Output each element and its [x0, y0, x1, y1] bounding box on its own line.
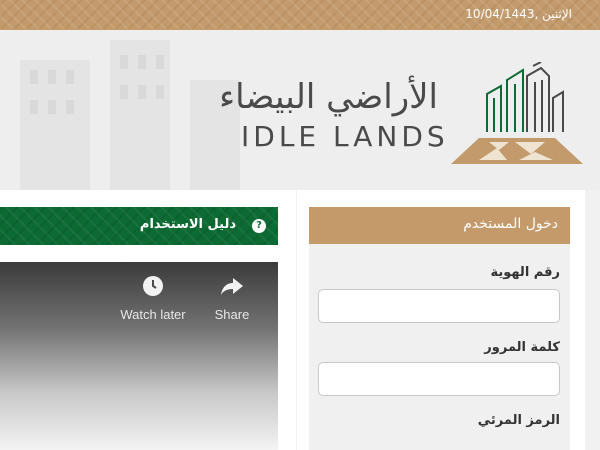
video-player[interactable]: Watch later Share [0, 262, 278, 450]
user-guide-title: دليل الاستخدام [139, 217, 236, 232]
clock-icon [143, 276, 163, 296]
question-circle-icon: ? [252, 219, 266, 233]
logo-arabic-text: الأراضي البيضاء [219, 77, 438, 117]
captcha-label: الرمز المرئي [477, 413, 560, 428]
watch-later-button[interactable]: Watch later [117, 274, 189, 322]
login-title: دخول المستخدم [463, 216, 558, 232]
user-guide-header[interactable]: ? دليل الاستخدام [0, 207, 278, 245]
logo-english-text: IDLE LANDS [241, 120, 449, 153]
watch-later-label: Watch later [120, 307, 186, 322]
password-label: كلمة المرور [484, 340, 560, 355]
share-button[interactable]: Share [212, 274, 252, 322]
national-id-input[interactable] [318, 289, 560, 323]
hijri-date: الإثنين ,10/04/1443 [465, 7, 572, 21]
idle-lands-logo-icon [451, 62, 583, 164]
top-bar: الإثنين ,10/04/1443 [0, 0, 600, 30]
password-input[interactable] [318, 362, 560, 396]
share-label: Share [214, 307, 250, 322]
share-arrow-icon [221, 278, 243, 295]
login-header: دخول المستخدم [309, 207, 570, 244]
national-id-label: رقم الهوية [490, 265, 560, 280]
